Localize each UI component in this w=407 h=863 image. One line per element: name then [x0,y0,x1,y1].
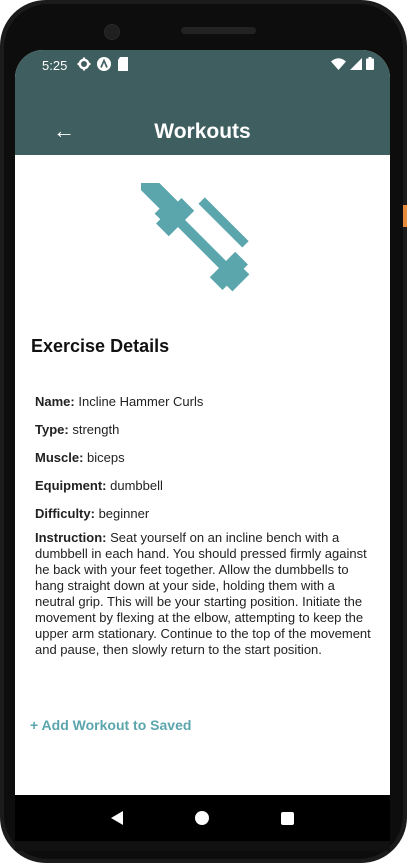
add-workout-to-saved-button[interactable]: + Add Workout to Saved [30,717,191,733]
detail-label: Muscle: [35,450,84,465]
detail-name-row: Name: Incline Hammer Curls [35,394,203,409]
detail-label: Instruction: [35,530,107,545]
nav-back-icon[interactable] [111,811,123,825]
detail-difficulty-row: Difficulty: beginner [35,506,149,521]
bottom-bezel [15,841,390,851]
battery-icon [366,57,374,70]
status-left-icons [77,57,129,71]
detail-label: Difficulty: [35,506,95,521]
detail-label: Equipment: [35,478,107,493]
earpiece-speaker [181,27,256,34]
dumbbell-icon [141,183,250,292]
exercise-details-content: Exercise Details Name: Incline Hammer Cu… [15,155,390,795]
signal-icon [350,57,362,70]
status-time: 5:25 [42,58,68,73]
page-title: Workouts [154,120,251,143]
status-right-icons [331,57,374,70]
android-nav-bar [15,795,390,841]
sd-card-icon [118,57,128,71]
app-bar: ← Workouts [15,80,390,155]
wifi-icon [331,57,346,70]
side-button [403,205,407,227]
detail-label: Name: [35,394,75,409]
detail-label: Type: [35,422,69,437]
detail-value: biceps [87,450,125,465]
detail-value: Incline Hammer Curls [78,394,204,409]
nav-recents-icon[interactable] [281,811,294,825]
status-bar: 5:25 [15,50,390,80]
detail-type-row: Type: strength [35,422,119,437]
detail-value: Seat yourself on an incline bench with a… [35,530,371,657]
nav-home-icon[interactable] [195,811,209,825]
a-icon [97,57,111,71]
detail-equipment-row: Equipment: dumbbell [35,478,163,493]
front-camera [104,24,120,40]
detail-instruction-row: Instruction: Seat yourself on an incline… [35,530,373,658]
detail-value: beginner [98,506,150,521]
section-title: Exercise Details [31,336,170,356]
phone-screen: 5:25 ← Workouts Exercise Details Name: I… [15,50,390,795]
detail-value: strength [72,422,120,437]
gear-icon [77,57,91,71]
detail-value: dumbbell [110,478,163,493]
detail-muscle-row: Muscle: biceps [35,450,125,465]
